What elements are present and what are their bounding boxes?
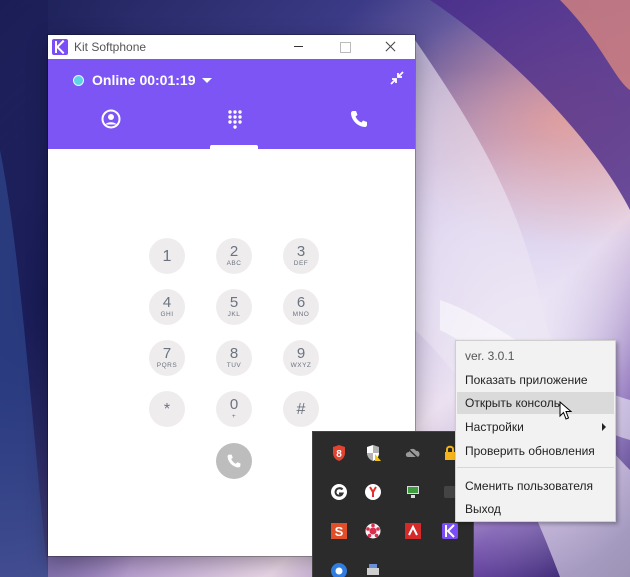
g-circle-icon[interactable] <box>330 483 348 501</box>
gear-flower-icon[interactable] <box>364 522 382 540</box>
cloud-offline-icon[interactable] <box>404 444 422 462</box>
menu-item-exit[interactable]: Выход <box>457 498 614 520</box>
key-digit: 6 <box>296 294 306 311</box>
key-1[interactable]: 1 <box>149 238 185 274</box>
tab-calls[interactable] <box>334 109 384 149</box>
menu-separator <box>457 467 614 468</box>
s-app-icon[interactable]: S <box>330 522 348 540</box>
status-label[interactable]: Online 00:01:19 <box>92 72 196 88</box>
submenu-arrow-icon <box>602 423 606 431</box>
key-letters: ABC <box>226 260 242 267</box>
maximize-button[interactable] <box>322 35 368 59</box>
menu-item-show-app[interactable]: Показать приложение <box>457 369 614 391</box>
menu-version: ver. 3.0.1 <box>465 349 515 363</box>
blue-circle-icon[interactable] <box>330 562 348 577</box>
key-digit: 4 <box>162 294 172 311</box>
key-8[interactable]: 8 TUV <box>216 340 252 376</box>
tray-overflow-panel: 8 S <box>313 432 473 577</box>
tab-dialpad[interactable] <box>210 109 260 149</box>
tray-context-menu: ver. 3.0.1 Показать приложение Открыть к… <box>455 340 616 522</box>
window-title: Kit Softphone <box>74 40 147 54</box>
key-digit: 0 <box>229 396 239 413</box>
key-4[interactable]: 4 GHI <box>149 289 185 325</box>
minimize-button[interactable] <box>276 35 322 59</box>
menu-item-settings[interactable]: Настройки <box>457 416 614 438</box>
key-2[interactable]: 2 ABC <box>216 238 252 274</box>
svg-text:8: 8 <box>336 449 342 460</box>
key-star[interactable]: * <box>149 391 185 427</box>
close-button[interactable] <box>368 35 414 59</box>
printer-icon[interactable] <box>364 562 382 577</box>
menu-item-switch-user[interactable]: Сменить пользователя <box>457 475 614 497</box>
status-dropdown-icon[interactable] <box>202 78 212 83</box>
key-digit: 3 <box>296 243 306 260</box>
key-digit: 1 <box>162 247 172 265</box>
key-digit: 7 <box>162 345 172 362</box>
call-button[interactable] <box>216 443 252 479</box>
yandex-browser-icon[interactable] <box>364 483 382 501</box>
kit-logo-icon <box>52 39 68 55</box>
key-letters: DEF <box>293 260 309 267</box>
key-0[interactable]: 0 + <box>216 391 252 427</box>
key-digit: 5 <box>229 294 239 311</box>
svg-text:S: S <box>335 524 344 539</box>
security-shield-icon[interactable] <box>364 444 382 462</box>
key-digit: * <box>163 400 171 418</box>
key-letters: TUV <box>226 362 242 369</box>
key-letters: MNO <box>292 311 310 318</box>
phone-icon <box>227 454 241 468</box>
menu-item-open-console[interactable]: Открыть консоль <box>457 392 614 414</box>
menu-item-settings-label: Настройки <box>465 420 524 434</box>
key-letters: JKL <box>227 311 241 318</box>
status-indicator <box>73 75 84 86</box>
app-header: Online 00:01:19 <box>48 59 415 149</box>
key-digit: 8 <box>229 345 239 362</box>
key-digit: # <box>296 400 306 418</box>
key-digit: 2 <box>229 243 239 260</box>
red-app-icon[interactable] <box>404 522 422 540</box>
key-5[interactable]: 5 JKL <box>216 289 252 325</box>
shield-8-icon[interactable]: 8 <box>330 444 348 462</box>
key-letters: + <box>231 413 237 420</box>
key-7[interactable]: 7 PQRS <box>149 340 185 376</box>
key-letters: PQRS <box>156 362 178 369</box>
key-6[interactable]: 6 MNO <box>283 289 319 325</box>
title-bar[interactable]: Kit Softphone <box>48 35 415 59</box>
collapse-icon[interactable] <box>388 69 406 87</box>
dialpad-icon <box>228 110 242 129</box>
mouse-cursor-icon <box>559 401 573 420</box>
key-3[interactable]: 3 DEF <box>283 238 319 274</box>
tab-contacts[interactable] <box>86 109 136 149</box>
kit-softphone-icon[interactable] <box>441 522 459 540</box>
key-letters: WXYZ <box>290 362 312 369</box>
monitor-network-icon[interactable] <box>404 483 422 501</box>
key-letters: GHI <box>160 311 174 318</box>
phone-icon <box>351 111 367 127</box>
menu-item-check-updates[interactable]: Проверить обновления <box>457 440 614 462</box>
key-digit: 9 <box>296 345 306 362</box>
key-9[interactable]: 9 WXYZ <box>283 340 319 376</box>
key-hash[interactable]: # <box>283 391 319 427</box>
person-icon <box>101 109 121 129</box>
